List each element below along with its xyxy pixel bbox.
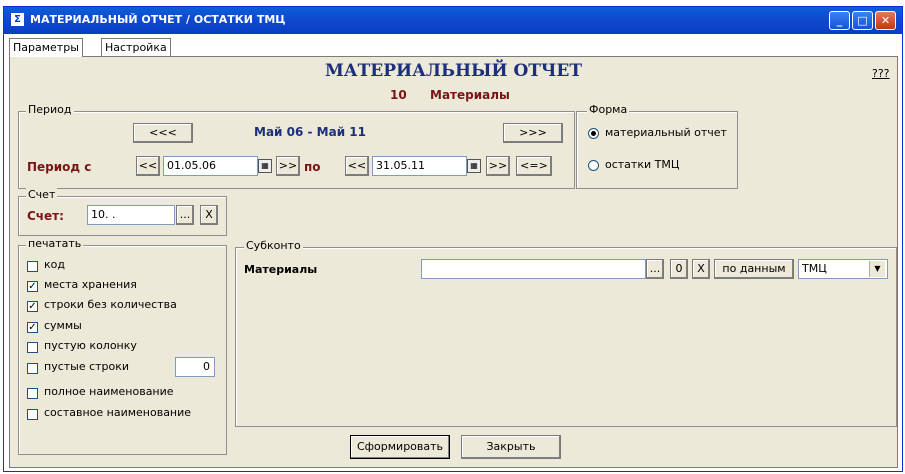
print-code-label[interactable]: код — [44, 258, 65, 271]
form-option-material-label[interactable]: материальный отчет — [605, 126, 727, 139]
subconto-zero-button[interactable]: 0 — [670, 259, 688, 279]
account-name: Материалы — [430, 88, 510, 102]
client-area: Параметры Настройка МАТЕРИАЛЬНЫЙ ОТЧЕТ 1… — [4, 34, 902, 471]
close-button[interactable]: Закрыть — [461, 435, 561, 459]
account-browse-button[interactable]: ... — [176, 205, 194, 225]
minimize-icon[interactable]: _ — [829, 11, 850, 30]
close-icon[interactable]: ✕ — [875, 11, 896, 30]
subconto-row-label: Материалы — [244, 263, 318, 276]
form-option-stock-radio[interactable] — [588, 160, 599, 171]
print-storage-checkbox[interactable]: ✓ — [27, 281, 38, 292]
print-group-label: печатать — [26, 237, 84, 250]
swap-dates-button[interactable]: <=> — [516, 156, 552, 176]
period-range-text: Май 06 - Май 11 — [254, 125, 366, 139]
form-option-material-radio[interactable] — [588, 128, 599, 139]
period-from-value: 01.05.06 — [167, 159, 216, 172]
print-empty-column-checkbox[interactable] — [27, 342, 38, 353]
account-label: Счет: — [27, 209, 64, 223]
period-group — [18, 111, 575, 189]
account-input[interactable]: 10. . — [87, 205, 175, 225]
print-empty-column-label[interactable]: пустую колонку — [44, 339, 137, 352]
report-title: МАТЕРИАЛЬНЫЙ ОТЧЕТ — [324, 61, 583, 81]
calendar-icon[interactable]: ▦ — [258, 159, 272, 173]
from-next-button[interactable]: >> — [276, 156, 300, 176]
tab-panel-parameters: МАТЕРИАЛЬНЫЙ ОТЧЕТ 10 Материалы ??? Пери… — [9, 56, 898, 468]
print-compound-name-checkbox[interactable] — [27, 409, 38, 420]
period-to-label: по — [304, 160, 321, 174]
period-from-label: Период с — [27, 160, 92, 174]
form-group — [576, 111, 738, 189]
empty-rows-value: 0 — [203, 360, 210, 373]
window-title: МАТЕРИАЛЬНЫЙ ОТЧЕТ / ОСТАТКИ ТМЦ — [30, 13, 286, 26]
chevron-down-icon[interactable]: ▼ — [869, 261, 885, 277]
app-window: Σ МАТЕРИАЛЬНЫЙ ОТЧЕТ / ОСТАТКИ ТМЦ _ □ ✕… — [3, 6, 903, 472]
to-next-button[interactable]: >> — [486, 156, 510, 176]
subconto-type-select[interactable]: ТМЦ ▼ — [798, 259, 888, 279]
print-empty-rows-checkbox[interactable] — [27, 363, 38, 374]
period-to-input[interactable]: 31.05.11 — [372, 156, 467, 176]
app-icon: Σ — [11, 13, 24, 26]
print-full-name-label[interactable]: полное наименование — [44, 385, 174, 398]
form-group-label: Форма — [587, 103, 630, 116]
from-prev-button[interactable]: << — [136, 156, 160, 176]
print-no-qty-label[interactable]: строки без количества — [44, 298, 177, 311]
period-to-value: 31.05.11 — [376, 159, 425, 172]
by-data-button[interactable]: по данным — [714, 259, 794, 279]
subconto-type-value: ТМЦ — [802, 262, 827, 275]
subconto-clear-button[interactable]: X — [692, 259, 710, 279]
print-no-qty-checkbox[interactable]: ✓ — [27, 301, 38, 312]
period-from-input[interactable]: 01.05.06 — [163, 156, 258, 176]
account-value: 10. . — [91, 208, 116, 221]
print-storage-label[interactable]: места хранения — [44, 278, 137, 291]
account-code: 10 — [390, 88, 407, 102]
account-group-label: Счет — [26, 188, 58, 201]
title-bar[interactable]: Σ МАТЕРИАЛЬНЫЙ ОТЧЕТ / ОСТАТКИ ТМЦ _ □ ✕ — [4, 7, 902, 34]
print-compound-name-label[interactable]: составное наименование — [44, 406, 191, 419]
print-sums-checkbox[interactable]: ✓ — [27, 322, 38, 333]
period-prev-button[interactable]: <<< — [133, 123, 193, 143]
account-clear-button[interactable]: X — [200, 205, 218, 225]
subconto-browse-button[interactable]: ... — [646, 259, 664, 279]
print-sums-label[interactable]: суммы — [44, 319, 82, 332]
to-prev-button[interactable]: << — [345, 156, 369, 176]
print-full-name-checkbox[interactable] — [27, 388, 38, 399]
print-code-checkbox[interactable] — [27, 261, 38, 272]
form-option-stock-label[interactable]: остатки ТМЦ — [605, 158, 679, 171]
tab-settings[interactable]: Настройка — [101, 38, 171, 56]
subconto-input[interactable] — [421, 259, 646, 279]
generate-button[interactable]: Сформировать — [350, 435, 450, 459]
help-link[interactable]: ??? — [872, 67, 890, 80]
period-group-label: Период — [26, 103, 74, 116]
period-next-button[interactable]: >>> — [503, 123, 563, 143]
tab-parameters[interactable]: Параметры — [9, 38, 83, 57]
maximize-icon[interactable]: □ — [852, 11, 873, 30]
calendar-icon[interactable]: ▦ — [467, 159, 481, 173]
empty-rows-input[interactable]: 0 — [175, 357, 215, 377]
print-empty-rows-label[interactable]: пустые строки — [44, 360, 129, 373]
subconto-group-label: Субконто — [244, 239, 303, 252]
